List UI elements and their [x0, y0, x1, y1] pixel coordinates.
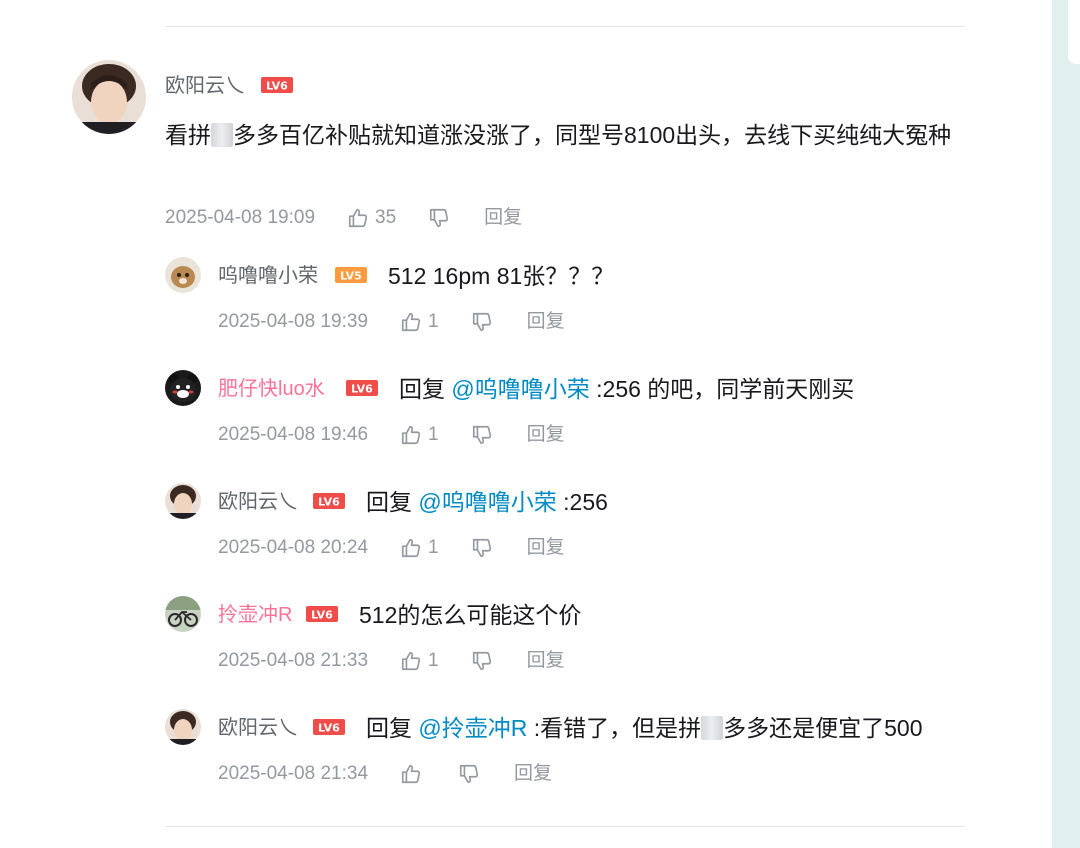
reply-button[interactable]: 回复: [527, 423, 565, 447]
svg-text:LV6: LV6: [351, 383, 373, 396]
reply-button[interactable]: 回复: [484, 206, 522, 230]
like-count: 1: [428, 650, 439, 671]
reply-username[interactable]: 呜噜噜小荣: [218, 264, 318, 288]
reply-username[interactable]: 欧阳云乀: [218, 716, 298, 740]
svg-text:LV6: LV6: [318, 722, 340, 735]
reply-meta: 2025-04-08 21:33 1 回复: [218, 649, 565, 673]
dislike-button[interactable]: [471, 537, 493, 559]
svg-text:LV5: LV5: [340, 270, 362, 283]
reply-text: 回复 @拎壶冲R :看错了，但是拼 多多还是便宜了500: [366, 715, 923, 741]
avatar-reply-1[interactable]: [165, 257, 201, 293]
avatar-reply-3[interactable]: [165, 483, 201, 519]
level-badge: LV6: [313, 493, 345, 509]
dislike-button[interactable]: [428, 207, 450, 229]
avatar-main-comment[interactable]: [72, 60, 146, 134]
mention-link[interactable]: @呜噜噜小荣: [451, 376, 589, 402]
dislike-button[interactable]: [471, 311, 493, 333]
like-icon: [401, 312, 421, 332]
avatar-reply-2[interactable]: [165, 370, 201, 406]
like-button[interactable]: 1: [400, 310, 439, 334]
main-comment-meta: 2025-04-08 19:09 35 回复: [165, 206, 522, 230]
level-badge: LV6: [346, 380, 378, 396]
dislike-icon: [472, 538, 491, 558]
level-badge: LV5: [335, 267, 367, 283]
dislike-icon: [430, 208, 449, 228]
reply-button[interactable]: 回复: [527, 310, 565, 334]
like-button[interactable]: 35: [347, 206, 396, 230]
like-button[interactable]: 1: [400, 649, 439, 673]
comment-time: 2025-04-08 21:33: [218, 650, 369, 671]
dislike-icon: [459, 764, 479, 784]
reply-text: 回复 @呜噜噜小荣 :256 的吧，同学前天刚买: [399, 376, 855, 402]
reply-button[interactable]: 回复: [514, 762, 552, 786]
like-button[interactable]: 1: [400, 536, 439, 560]
like-icon: [401, 538, 421, 558]
level-badge: LV6: [306, 606, 338, 622]
like-count: 1: [428, 424, 439, 445]
comment-time: 2025-04-08 19:39: [218, 311, 369, 332]
level-badge: LV6: [261, 77, 293, 93]
page-side-background: [1052, 0, 1080, 848]
dislike-icon: [472, 651, 491, 671]
blurred-character: [701, 716, 724, 740]
svg-text:LV6: LV6: [318, 496, 340, 509]
like-count: 35: [375, 207, 397, 228]
reply-meta: 2025-04-08 20:24 1 回复: [218, 536, 565, 560]
like-button[interactable]: 1: [400, 423, 439, 447]
like-icon: [401, 425, 421, 445]
comment-time: 2025-04-08 21:34: [218, 763, 369, 784]
avatar-reply-4[interactable]: [165, 596, 201, 632]
comment-time: 2025-04-08 19:46: [218, 424, 369, 445]
like-icon: [401, 651, 421, 671]
like-icon: [348, 208, 368, 228]
mention-link[interactable]: @呜噜噜小荣: [418, 489, 556, 515]
reply-username[interactable]: 拎壶冲R: [218, 603, 292, 627]
like-count: 1: [428, 311, 439, 332]
main-comment-text: 看拼 多多百亿补贴就知道涨没涨了，同型号8100出头，去线下买纯纯大冤种: [165, 122, 952, 148]
dislike-icon: [472, 425, 491, 445]
reply-username[interactable]: 肥仔快luo水: [218, 377, 325, 401]
bottom-divider: [165, 826, 965, 827]
side-card-edge: [1068, 0, 1080, 64]
like-count: 1: [428, 537, 439, 558]
dislike-button[interactable]: [458, 763, 480, 785]
dislike-button[interactable]: [471, 424, 493, 446]
level-badge: LV6: [313, 719, 345, 735]
reply-meta: 2025-04-08 21:34 回复: [218, 762, 552, 786]
reply-button[interactable]: 回复: [527, 536, 565, 560]
main-username[interactable]: 欧阳云乀: [165, 74, 245, 98]
like-button[interactable]: [400, 763, 428, 785]
dislike-icon: [472, 312, 491, 332]
reply-button[interactable]: 回复: [527, 649, 565, 673]
reply-meta: 2025-04-08 19:39 1 回复: [218, 310, 565, 334]
blurred-character: [211, 123, 233, 147]
like-icon: [401, 764, 421, 784]
reply-username[interactable]: 欧阳云乀: [218, 490, 298, 514]
reply-text: 512的怎么可能这个价: [359, 602, 582, 628]
comment-time: 2025-04-08 19:09: [165, 207, 316, 228]
reply-meta: 2025-04-08 19:46 1 回复: [218, 423, 565, 447]
mention-link[interactable]: @拎壶冲R: [418, 715, 527, 741]
avatar-reply-5[interactable]: [165, 709, 201, 745]
svg-text:LV6: LV6: [266, 80, 288, 93]
reply-text: 512 16pm 81张？？？: [388, 263, 615, 289]
comment-time: 2025-04-08 20:24: [218, 537, 369, 558]
svg-text:LV6: LV6: [311, 609, 333, 622]
top-divider: [165, 26, 965, 27]
reply-text: 回复 @呜噜噜小荣 :256: [366, 489, 608, 515]
dislike-button[interactable]: [471, 650, 493, 672]
